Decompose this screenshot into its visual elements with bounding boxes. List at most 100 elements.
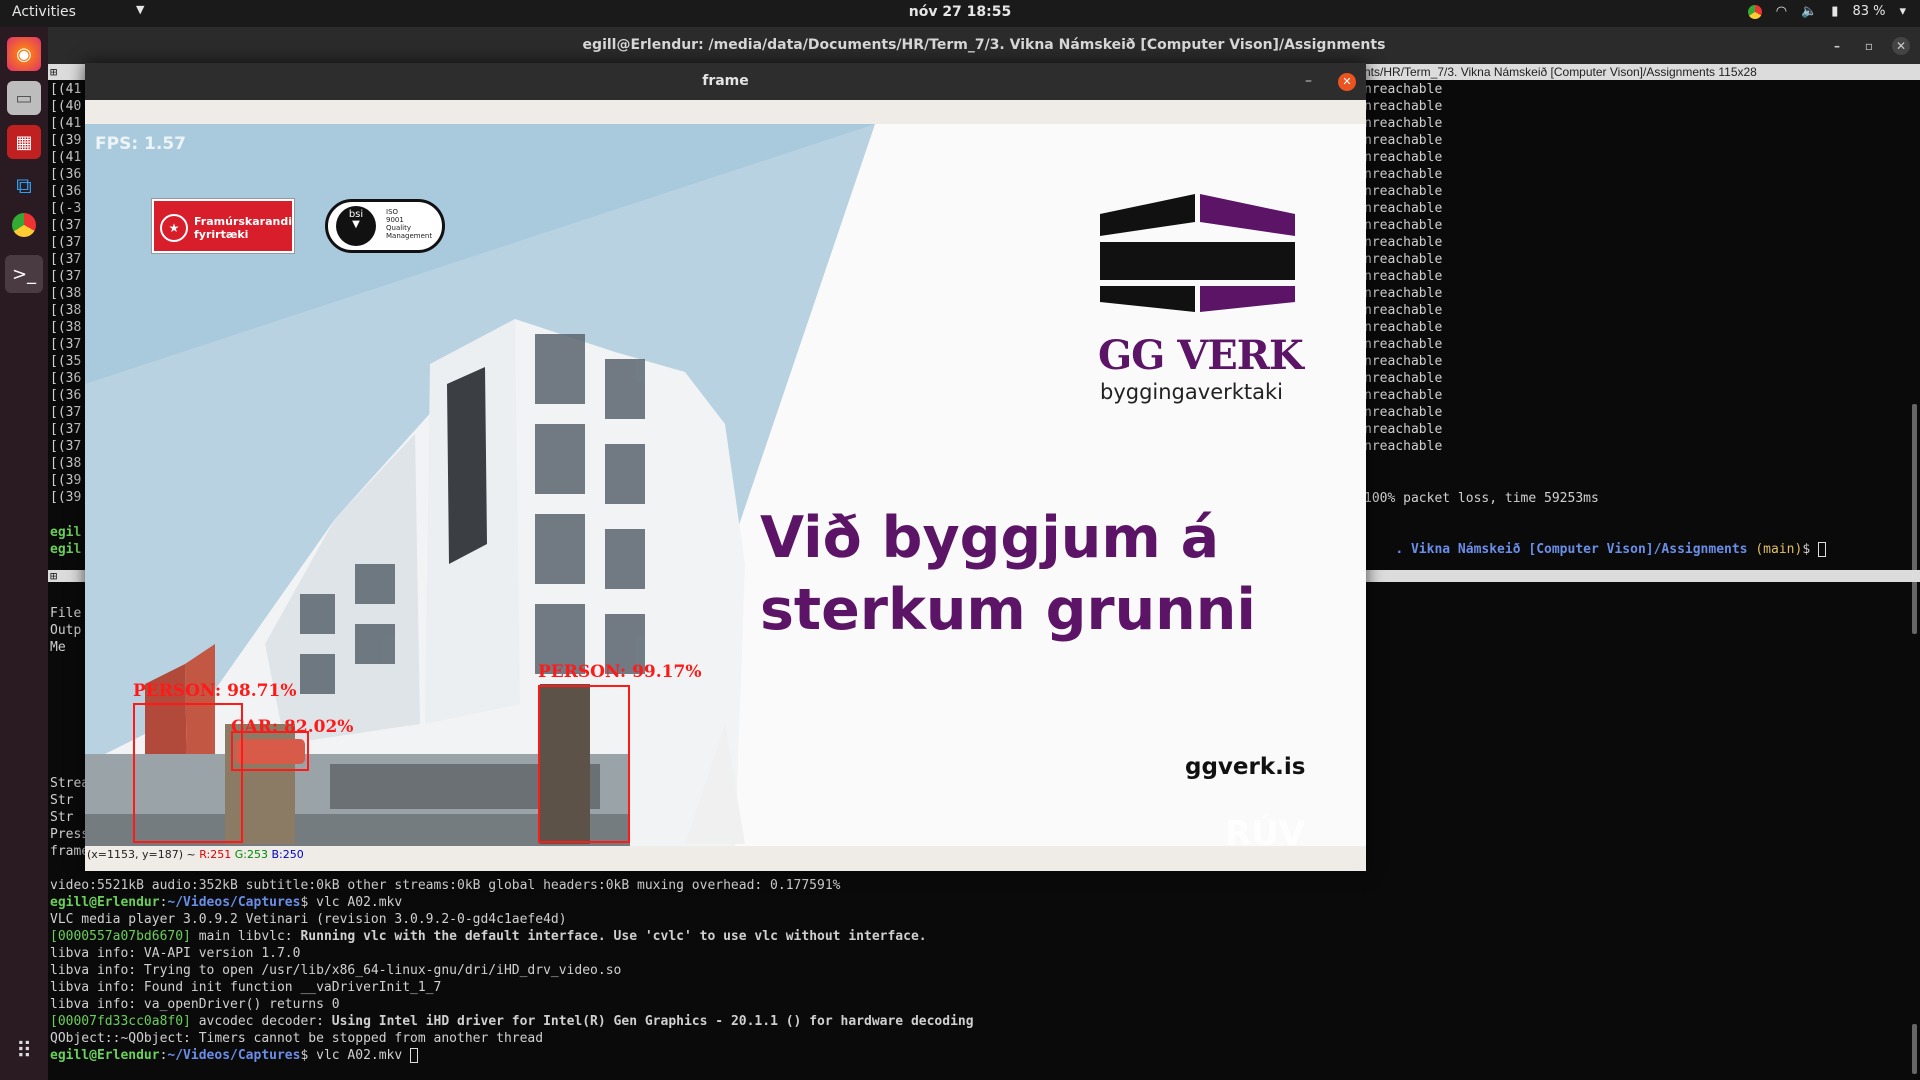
website-url: ggverk.is xyxy=(1185,754,1306,780)
award-line2: fyrirtæki xyxy=(194,228,249,241)
slogan-line1: Við byggjum á xyxy=(760,505,1220,571)
terminal-line-fragment: Str xyxy=(50,793,74,808)
terminal-line: video:5521kB audio:352kB subtitle:0kB ot… xyxy=(50,878,841,893)
terminal-line-fragment: [(36 xyxy=(50,184,82,199)
terminal-line-fragment: [(38 xyxy=(50,286,82,301)
terminal-line-fragment: [(37 xyxy=(50,269,82,284)
detection-label-person-1: PERSON: 98.71% xyxy=(133,681,297,701)
minimize-icon[interactable]: – xyxy=(1305,73,1312,89)
unreachable-line: nreachable xyxy=(1364,116,1443,131)
frame-window: frame – ✕ FPS: 1.57 ★ Framúrskarandi fyr… xyxy=(85,63,1366,871)
terminal-line-fragment: [(41 xyxy=(50,150,82,165)
clock[interactable]: nóv 27 18:55 xyxy=(0,4,1920,20)
chrome-icon[interactable] xyxy=(12,213,36,237)
terminal-prompt-fragment: egil xyxy=(50,542,82,557)
unreachable-line: nreachable xyxy=(1364,320,1443,335)
terminal-icon[interactable]: >_ xyxy=(5,255,43,293)
git-branch: (main) xyxy=(1755,542,1803,557)
pane-title: nts/HR/Term_7/3. Vikna Námskeið [Compute… xyxy=(1364,65,1757,79)
dock: ◉ ▭ ▦ ⧉ >_ ⠿ xyxy=(0,27,48,1080)
vscode-icon[interactable]: ⧉ xyxy=(7,169,41,203)
prompt-path: ~/Videos/Captures xyxy=(167,895,301,910)
unreachable-line: nreachable xyxy=(1364,371,1443,386)
terminal-line-fragment: [(37 xyxy=(50,218,82,233)
terminal-line-fragment: [(38 xyxy=(50,456,82,471)
bsi-text: bsi xyxy=(348,209,364,220)
minimize-icon[interactable]: – xyxy=(1828,37,1846,55)
detection-box-person-1 xyxy=(133,703,243,843)
prompt-user: egill@Erlendur xyxy=(50,1048,160,1063)
iso-line2: 9001 xyxy=(386,216,404,224)
maximize-icon[interactable]: ▫ xyxy=(1860,37,1878,55)
gg-verk-logo-icon xyxy=(1100,194,1295,312)
terminal-line-fragment: Strea xyxy=(50,776,90,791)
system-tray[interactable]: ◠ 🔈 ▮ 83 % ▾ xyxy=(1747,4,1906,19)
unreachable-line: nreachable xyxy=(1364,82,1443,97)
chrome-indicator-icon[interactable] xyxy=(1747,4,1762,19)
unreachable-line: nreachable xyxy=(1364,337,1443,352)
pane-menu-icon[interactable]: ⊞ xyxy=(50,568,57,584)
log-message: Running vlc with the default interface. … xyxy=(300,929,927,944)
unreachable-line: nreachable xyxy=(1364,201,1443,216)
pixel-red: R:251 xyxy=(199,848,232,861)
pane-menu-icon[interactable]: ⊞ xyxy=(50,64,57,80)
terminal-line: VLC media player 3.0.9.2 Vetinari (revis… xyxy=(50,912,567,927)
terminal-line-fragment: [(36 xyxy=(50,167,82,182)
close-icon[interactable]: ✕ xyxy=(1338,73,1356,91)
log-message: Using Intel iHD driver for Intel(R) Gen … xyxy=(331,1014,974,1029)
terminal-line: [00007fd33cc0a8f0] avcodec decoder: Usin… xyxy=(50,1013,974,1030)
terminal-line-fragment: File xyxy=(50,606,82,621)
prompt-user: egill@Erlendur xyxy=(50,895,160,910)
log-source: main libvlc: xyxy=(190,929,301,944)
terminal-title: egill@Erlendur: /media/data/Documents/HR… xyxy=(582,37,1386,53)
unreachable-line: nreachable xyxy=(1364,269,1443,284)
terminal-line-fragment: [(41 xyxy=(50,82,82,97)
frame-title: frame xyxy=(702,73,749,89)
scrollbar-bottom[interactable] xyxy=(1912,1024,1917,1074)
pixel-blue: B:250 xyxy=(271,848,304,861)
iso-badge: bsi ▼ ISO 9001 Quality Management xyxy=(325,199,445,253)
terminal-line-fragment: Press xyxy=(50,827,90,842)
pixel-coords: (x=1153, y=187) ~ xyxy=(87,848,200,861)
terminal-line-fragment: [(41 xyxy=(50,116,82,131)
video-frame[interactable]: FPS: 1.57 ★ Framúrskarandi fyrirtæki bsi… xyxy=(85,124,1366,846)
prompt-command: $ vlc A02.mkv xyxy=(300,1048,411,1063)
terminal-line-fragment: [(37 xyxy=(50,337,82,352)
terminal-line-fragment: [(36 xyxy=(50,388,82,403)
detection-box-person-2 xyxy=(538,685,630,843)
frame-titlebar: frame xyxy=(85,63,1366,100)
presentation-app-icon[interactable]: ▦ xyxy=(7,125,41,159)
terminal-line-fragment: [(37 xyxy=(50,439,82,454)
wifi-icon[interactable]: ◠ xyxy=(1776,4,1787,19)
volume-icon[interactable]: 🔈 xyxy=(1801,4,1817,19)
prompt-symbol: $ xyxy=(1802,542,1811,557)
unreachable-line: nreachable xyxy=(1364,167,1443,182)
firefox-icon[interactable]: ◉ xyxy=(7,37,41,71)
detection-label-person-2: PERSON: 99.17% xyxy=(538,662,702,682)
bsi-logo: bsi ▼ xyxy=(336,206,376,246)
show-applications-icon[interactable]: ⠿ xyxy=(0,1039,48,1064)
unreachable-line: nreachable xyxy=(1364,286,1443,301)
iso-line1: ISO xyxy=(386,208,399,216)
right-prompt: . Vikna Námskeið [Computer Vison]/Assign… xyxy=(1364,524,1826,575)
unreachable-line: nreachable xyxy=(1364,235,1443,250)
unreachable-line: nreachable xyxy=(1364,422,1443,437)
top-bar: Activities ▼ nóv 27 18:55 ◠ 🔈 ▮ 83 % ▾ xyxy=(0,0,1920,27)
battery-icon[interactable]: ▮ xyxy=(1831,4,1838,19)
scrollbar-top[interactable] xyxy=(1912,404,1917,634)
terminal-line-fragment: [(37 xyxy=(50,422,82,437)
close-icon[interactable]: ✕ xyxy=(1892,37,1910,55)
terminal-line: libva info: va_openDriver() returns 0 xyxy=(50,997,340,1012)
terminal-line-fragment: Me xyxy=(50,640,66,655)
files-icon[interactable]: ▭ xyxy=(7,81,41,115)
battery-percent[interactable]: 83 % xyxy=(1852,4,1885,19)
terminal-line-fragment: Str xyxy=(50,810,74,825)
chevron-down-icon[interactable]: ▾ xyxy=(1899,4,1906,19)
terminal-titlebar: egill@Erlendur: /media/data/Documents/HR… xyxy=(48,27,1920,64)
award-badge: ★ Framúrskarandi fyrirtæki xyxy=(152,199,294,253)
terminal-line-fragment: [(36 xyxy=(50,371,82,386)
unreachable-line: nreachable xyxy=(1364,252,1443,267)
terminal-line: libva info: Trying to open /usr/lib/x86_… xyxy=(50,963,622,978)
terminal-line: libva info: Found init function __vaDriv… xyxy=(50,980,442,995)
terminal-line-fragment: frame xyxy=(50,844,90,859)
